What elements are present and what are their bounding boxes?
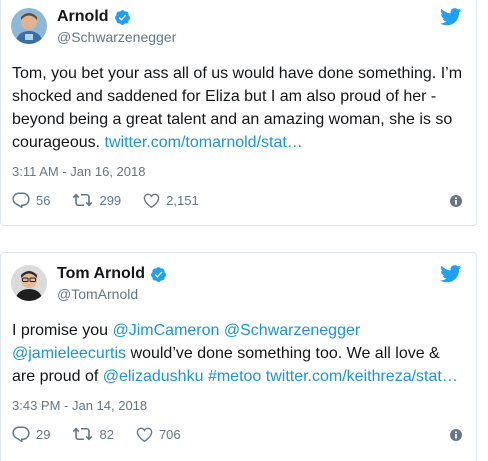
- tweet-text: I promise you @JimCameron @Schwarzenegge…: [12, 319, 462, 388]
- mention-jimcameron[interactable]: @JimCameron: [112, 322, 219, 339]
- reply-count: 56: [36, 192, 51, 208]
- tweet-link[interactable]: twitter.com/tomarnold/stat…: [105, 134, 303, 151]
- tweet-card: Arnold @Schwarzenegger Tom, you bet your…: [0, 0, 477, 226]
- twitter-bird-icon[interactable]: [440, 265, 462, 283]
- like-button[interactable]: 706: [136, 427, 181, 442]
- tweet-timestamp[interactable]: 3:43 PM - Jan 14, 2018: [12, 398, 147, 413]
- retweet-count: 299: [99, 192, 122, 208]
- display-name[interactable]: Arnold: [57, 8, 131, 26]
- like-icon: [136, 427, 153, 442]
- hashtag-metoo[interactable]: #metoo: [208, 368, 261, 385]
- retweet-icon: [73, 427, 93, 441]
- tweet-actions: 56 299 2,151: [12, 192, 199, 208]
- tweet-actions: 29 82 706: [12, 426, 181, 442]
- display-name[interactable]: Tom Arnold: [57, 265, 167, 283]
- reply-button[interactable]: 29: [12, 426, 50, 442]
- avatar[interactable]: [11, 8, 47, 44]
- reply-button[interactable]: 56: [12, 192, 50, 208]
- retweet-count: 82: [99, 426, 114, 442]
- twitter-bird-icon[interactable]: [440, 8, 462, 26]
- info-icon[interactable]: [450, 195, 462, 207]
- info-icon[interactable]: [450, 429, 462, 441]
- user-handle[interactable]: @TomArnold: [57, 286, 138, 302]
- reply-icon: [12, 192, 30, 208]
- like-button[interactable]: 2,151: [143, 193, 199, 208]
- retweet-icon: [73, 193, 93, 207]
- tweet-text: Tom, you bet your ass all of us would ha…: [12, 62, 462, 154]
- reply-count: 29: [36, 426, 51, 442]
- display-name-text[interactable]: Arnold: [57, 8, 109, 26]
- like-count: 2,151: [166, 192, 199, 208]
- tweet-card: Tom Arnold @TomArnold I promise you @Jim…: [0, 252, 477, 461]
- retweet-button[interactable]: 82: [72, 426, 114, 442]
- retweet-button[interactable]: 299: [72, 193, 121, 208]
- text-segment: I promise you: [12, 322, 113, 339]
- reply-icon: [12, 426, 30, 442]
- mention-schwarzenegger[interactable]: @Schwarzenegger: [224, 322, 360, 339]
- mention-jamieleecurtis[interactable]: @jamieleecurtis: [12, 345, 126, 362]
- verified-badge-icon: [151, 266, 166, 282]
- tweet-timestamp[interactable]: 3:11 AM - Jan 16, 2018: [12, 164, 145, 179]
- verified-badge-icon: [114, 9, 130, 25]
- like-count: 706: [158, 426, 181, 442]
- like-icon: [143, 193, 160, 208]
- display-name-text[interactable]: Tom Arnold: [57, 265, 145, 283]
- mention-elizadushku[interactable]: @elizadushku: [103, 368, 204, 385]
- tweet-link[interactable]: twitter.com/keithreza/stat…: [266, 368, 458, 385]
- avatar[interactable]: [11, 265, 47, 301]
- user-handle[interactable]: @Schwarzenegger: [57, 29, 176, 45]
